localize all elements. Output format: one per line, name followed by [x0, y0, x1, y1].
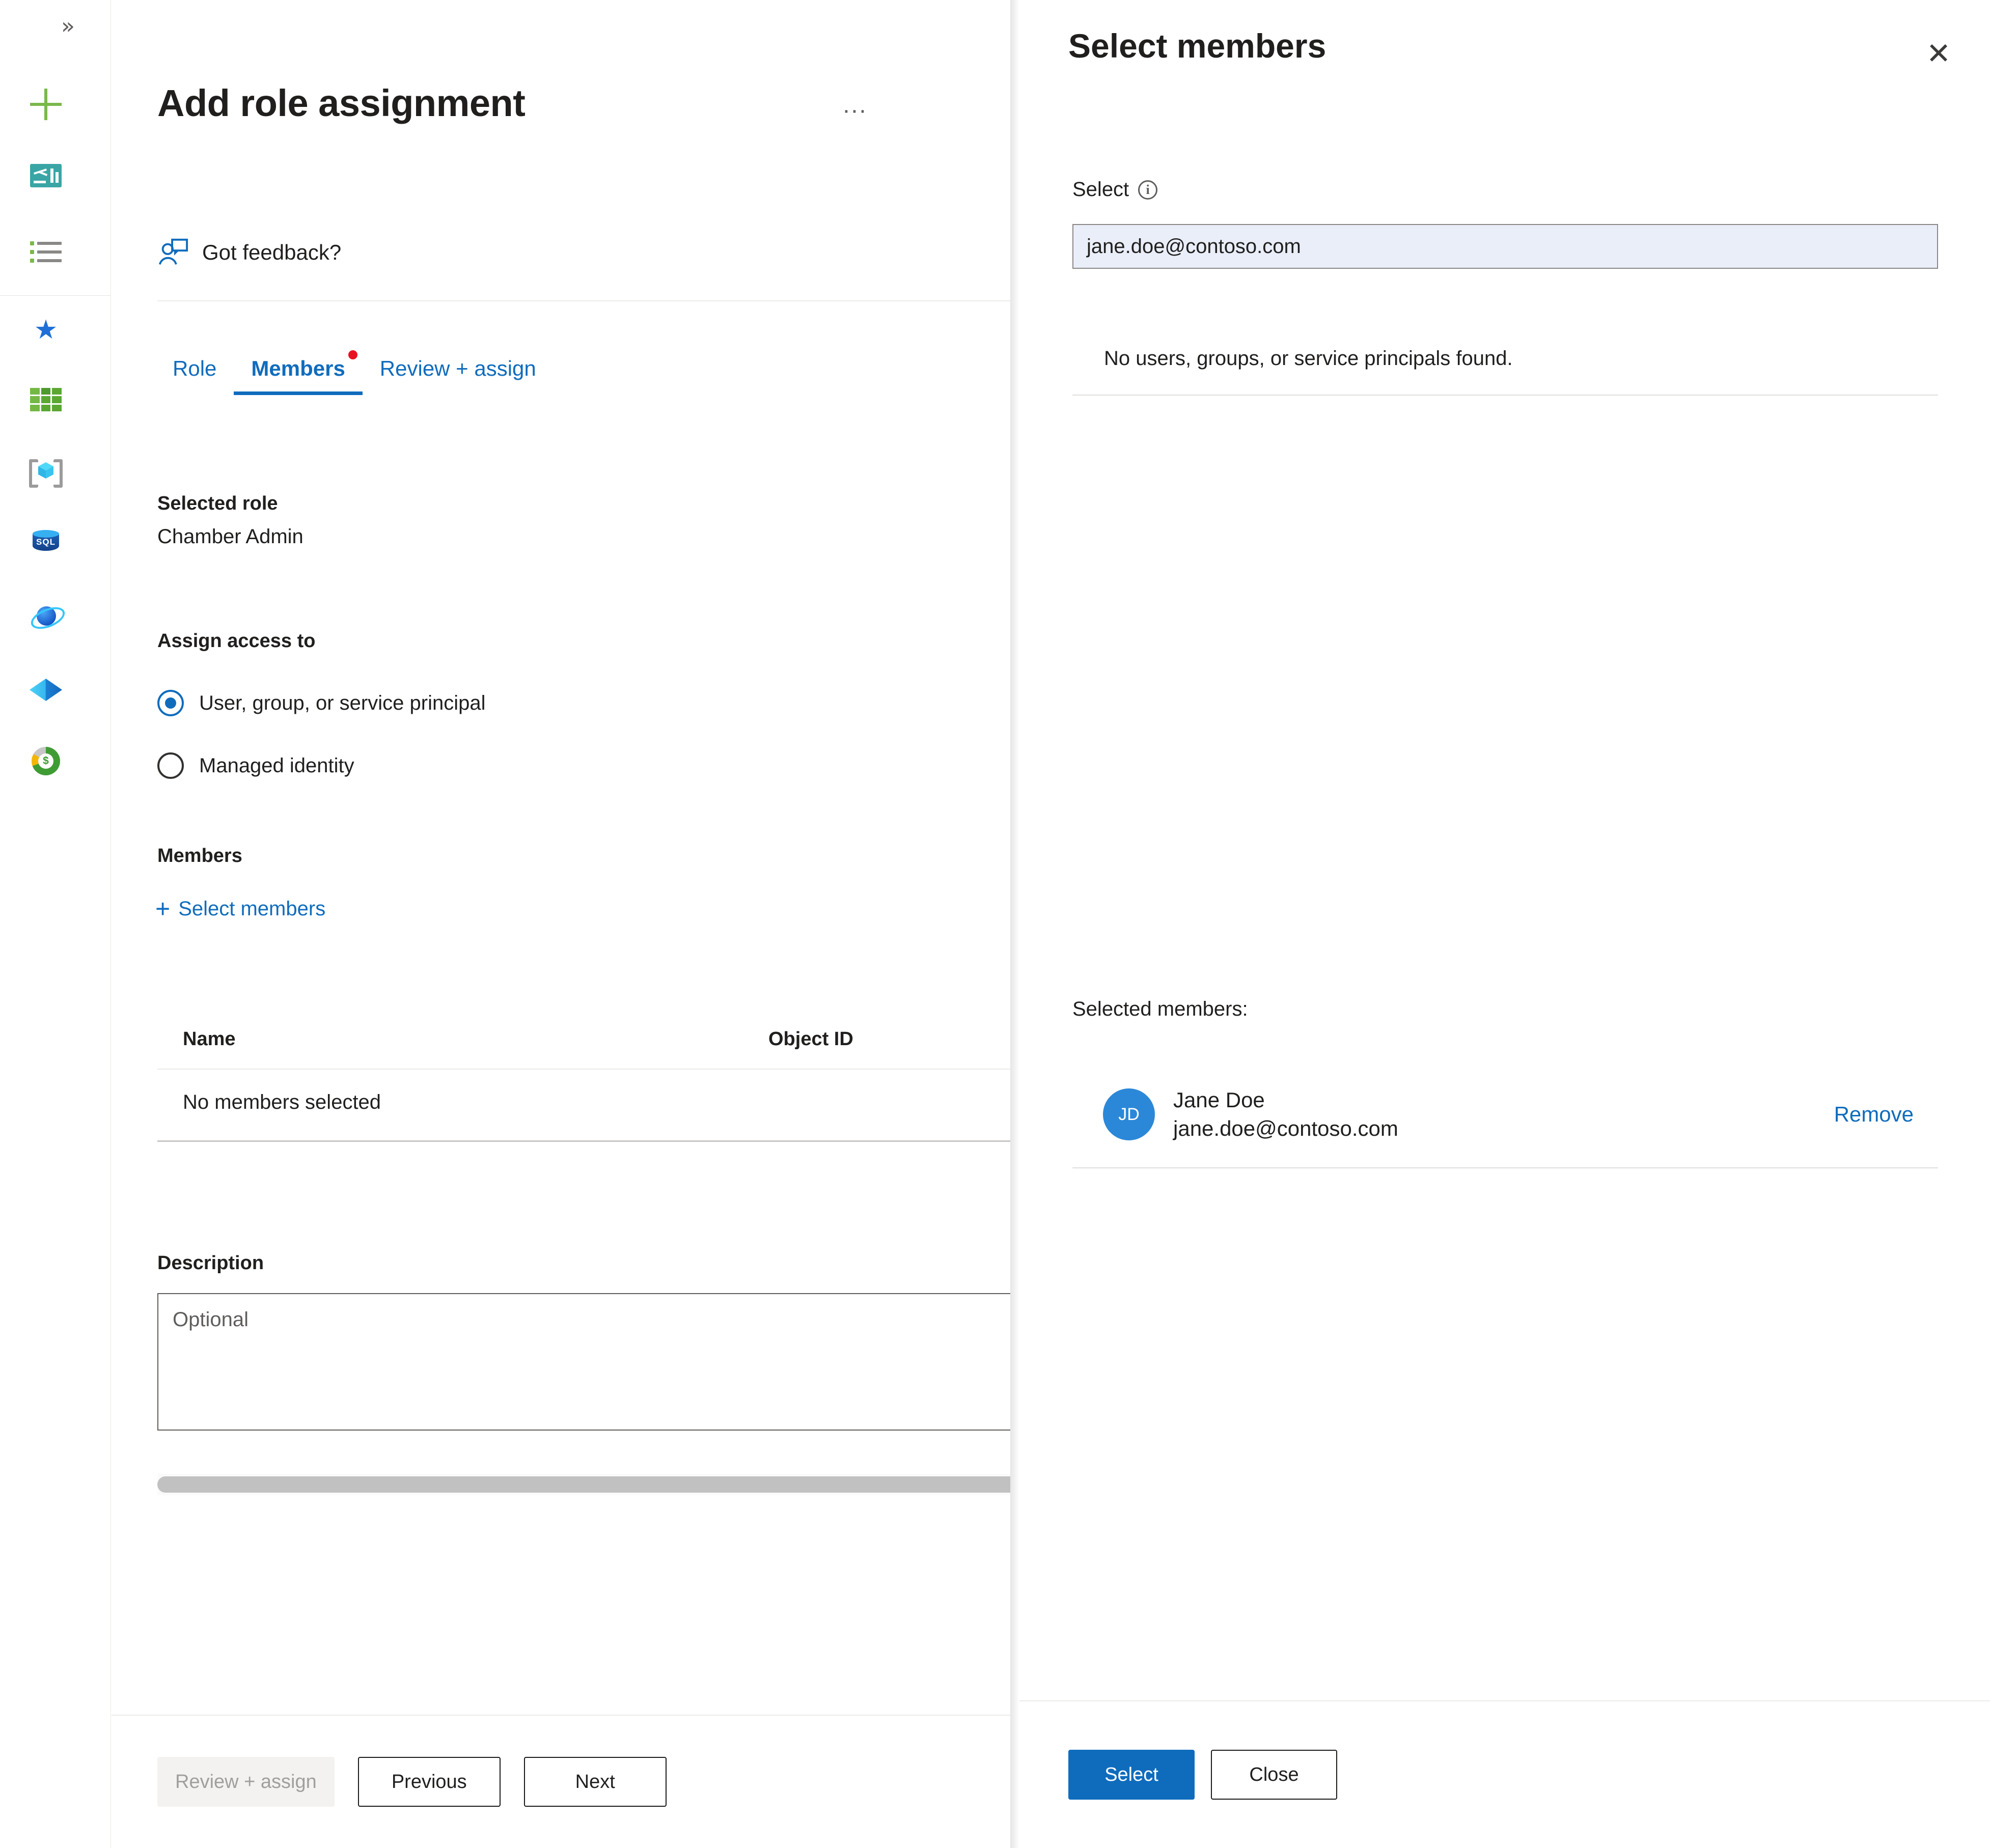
member-email: jane.doe@contoso.com — [1173, 1116, 1398, 1140]
selected-role-value: Chamber Admin — [157, 525, 303, 548]
avatar: JD — [1103, 1088, 1155, 1140]
tab-review-assign[interactable]: Review + assign — [363, 356, 554, 395]
tab-members-label: Members — [251, 356, 345, 380]
context-pane-title: Select members — [1068, 27, 1326, 65]
remove-member-link[interactable]: Remove — [1834, 1102, 1914, 1127]
table-row: No members selected — [157, 1070, 1010, 1142]
column-header-object-id: Object ID — [768, 1028, 853, 1050]
member-info: Jane Doe jane.doe@contoso.com — [1173, 1088, 1398, 1141]
description-placeholder: Optional — [173, 1308, 248, 1331]
tab-members-alert-dot-icon — [348, 350, 357, 359]
selected-role-label: Selected role — [157, 493, 278, 514]
rail-item-dashboard[interactable] — [25, 155, 66, 196]
plus-icon: + — [155, 894, 171, 923]
got-feedback-link[interactable]: Got feedback? — [157, 237, 341, 268]
expand-sidebar-chevrons-icon[interactable]: » — [61, 15, 75, 38]
cube-glyph — [38, 462, 53, 479]
add-role-assignment-blade: Add role assignment ··· Got feedback? Ro… — [112, 0, 1010, 1848]
list-item[interactable]: JD Jane Doe jane.doe@contoso.com Remove — [1072, 1061, 1938, 1168]
select-members-button[interactable]: + Select members — [155, 896, 325, 921]
select-field-label-group: Select i — [1072, 178, 1158, 201]
plus-icon — [30, 89, 62, 120]
description-label: Description — [157, 1252, 264, 1274]
select-field-label: Select — [1072, 178, 1129, 201]
sql-database-icon: SQL — [33, 530, 59, 554]
select-members-label: Select members — [178, 897, 326, 920]
blue-diamond-icon — [30, 679, 62, 701]
rail-item-create-resource[interactable] — [25, 84, 66, 125]
tab-review-assign-label: Review + assign — [379, 356, 536, 380]
rail-divider — [0, 295, 111, 296]
next-button[interactable]: Next — [523, 1757, 667, 1807]
rail-item-favorites[interactable]: ★ — [25, 310, 66, 350]
page-title: Add role assignment — [157, 82, 526, 124]
radio-unselected-icon — [157, 752, 184, 779]
close-icon[interactable]: ✕ — [1917, 32, 1960, 75]
horizontal-scrollbar-thumb[interactable] — [157, 1476, 1010, 1493]
context-pane-shadow — [1010, 0, 1019, 1848]
select-members-search-input[interactable]: jane.doe@contoso.com — [1072, 224, 1938, 269]
review-assign-button[interactable]: Review + assign — [157, 1757, 335, 1807]
tab-role-label: Role — [173, 356, 217, 380]
column-header-name: Name — [183, 1028, 236, 1050]
radio-user-group-label: User, group, or service principal — [199, 691, 486, 714]
got-feedback-label: Got feedback? — [202, 240, 342, 264]
horizontal-scrollbar[interactable] — [157, 1474, 1010, 1495]
description-textarea[interactable]: Optional — [157, 1293, 1010, 1431]
radio-user-group-service-principal[interactable]: User, group, or service principal — [157, 690, 485, 716]
no-results-message: No users, groups, or service principals … — [1072, 326, 1938, 396]
radio-managed-identity-label: Managed identity — [199, 754, 354, 777]
rail-item-all-resources[interactable] — [25, 379, 66, 420]
blade-tabs: Role Members Review + assign — [155, 350, 554, 395]
rail-item-all-services[interactable] — [25, 232, 66, 272]
global-icon-rail: » ★ SQL $ — [0, 0, 111, 1848]
member-name: Jane Doe — [1173, 1088, 1265, 1112]
assign-access-to-label: Assign access to — [157, 630, 316, 652]
close-button[interactable]: Close — [1211, 1750, 1337, 1800]
info-icon[interactable]: i — [1138, 180, 1158, 200]
header-divider — [157, 300, 1010, 301]
previous-button[interactable]: Previous — [357, 1757, 501, 1807]
members-table: Name Object ID No members selected — [157, 1028, 1010, 1142]
star-icon: ★ — [34, 315, 58, 345]
radio-managed-identity[interactable]: Managed identity — [157, 752, 354, 779]
grid-icon — [30, 388, 62, 411]
cell-name: No members selected — [183, 1091, 381, 1113]
tab-members[interactable]: Members — [234, 350, 363, 395]
feedback-person-icon — [158, 238, 188, 265]
rail-item-resource-groups[interactable] — [25, 451, 66, 491]
tab-role[interactable]: Role — [155, 356, 234, 395]
members-section-label: Members — [157, 845, 242, 866]
cosmos-db-planet-icon — [27, 602, 68, 633]
resource-group-cube-icon — [29, 457, 63, 488]
context-pane-footer: Select Close — [1019, 1701, 1990, 1848]
rail-item-azure-cosmos-db[interactable] — [25, 596, 68, 636]
list-icon — [30, 240, 62, 264]
selected-members-label: Selected members: — [1072, 998, 1248, 1020]
rail-item-cost-management[interactable]: $ — [25, 741, 66, 781]
cost-donut-dollar-icon: $ — [32, 747, 60, 775]
select-button[interactable]: Select — [1068, 1750, 1195, 1800]
select-members-context-pane: Select members ✕ Select i jane.doe@conto… — [1019, 0, 1990, 1848]
radio-selected-icon — [157, 690, 184, 716]
more-options-icon[interactable]: ··· — [842, 98, 867, 123]
blade-footer: Review + assign Previous Next — [112, 1716, 1010, 1848]
rail-item-sql-databases[interactable]: SQL — [25, 522, 66, 563]
rail-item-virtual-machines[interactable] — [25, 669, 66, 710]
table-header-row: Name Object ID — [157, 1028, 1010, 1070]
dashboard-chart-icon — [30, 164, 62, 187]
